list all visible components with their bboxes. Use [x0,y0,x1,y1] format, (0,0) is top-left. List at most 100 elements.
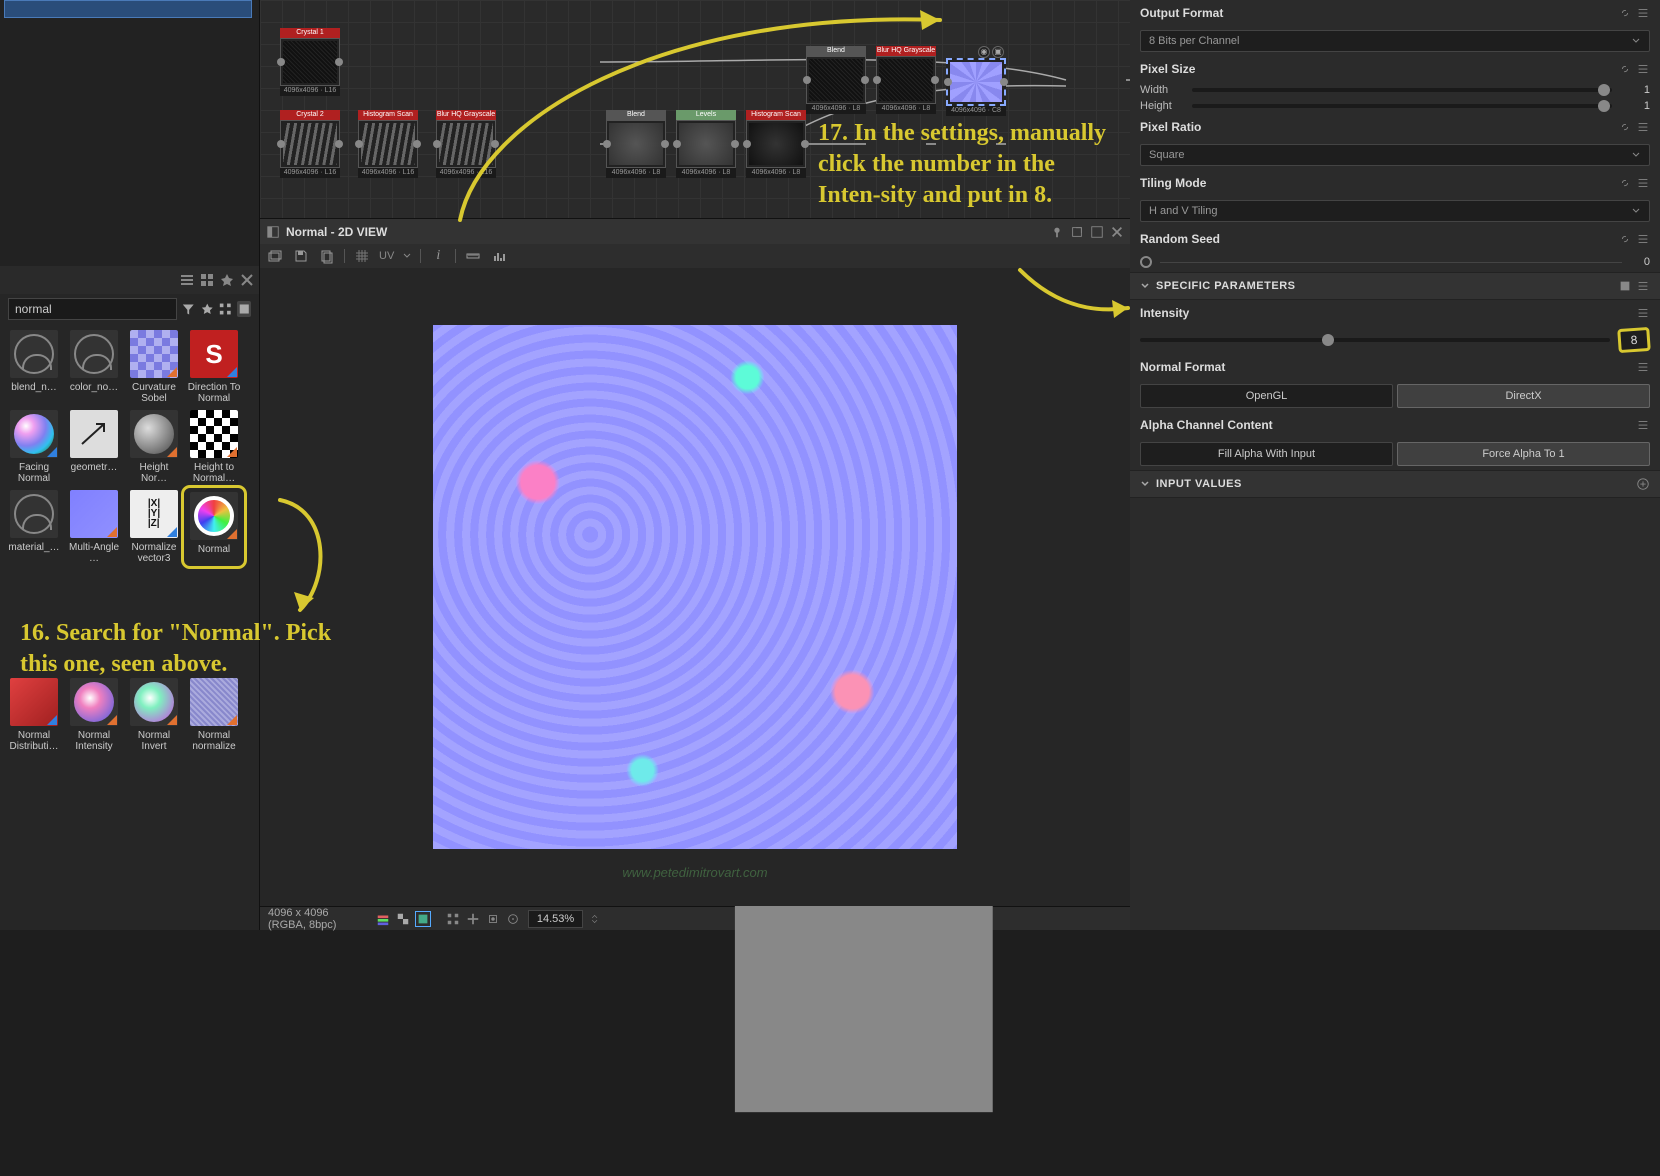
library-item-height-nor-[interactable]: Height Nor… [126,410,182,484]
small-grid-icon[interactable] [218,301,233,317]
ruler-icon[interactable] [464,247,482,265]
grid-view-icon[interactable] [199,272,215,288]
menu-icon[interactable] [1636,62,1650,76]
copy-icon[interactable] [318,247,336,265]
histogram-icon[interactable] [490,247,508,265]
random-seed-button[interactable] [1140,256,1152,268]
height-slider[interactable] [1192,104,1612,108]
link-icon[interactable] [1618,120,1632,134]
star-icon[interactable] [200,301,215,317]
target-icon[interactable] [506,912,520,926]
explorer-tree[interactable] [0,0,259,266]
node-blend1[interactable]: Blend4096x4096 · L8 [606,110,666,178]
close-icon[interactable] [1110,225,1124,239]
input-port[interactable] [433,140,441,148]
info-icon[interactable]: i [429,247,447,265]
pin-icon[interactable] [1050,225,1064,239]
random-seed-value[interactable]: 0 [1630,256,1650,268]
popout-icon[interactable] [1070,225,1084,239]
library-item-normal-distributi-[interactable]: Normal Distributi… [6,678,62,752]
pin-icon[interactable] [219,272,235,288]
output-port[interactable] [335,140,343,148]
close-icon[interactable] [239,272,255,288]
link-icon[interactable] [1618,62,1632,76]
list-view-icon[interactable] [179,272,195,288]
library-item-normalize-vector3[interactable]: |X||Y||Z|Normalize vector3 [126,490,182,564]
library-item-direction-to-normal[interactable]: SDirection To Normal [186,330,242,404]
library-item-normal-intensity[interactable]: Normal Intensity [66,678,122,752]
output-port[interactable] [861,76,869,84]
view-mode-icon[interactable] [416,912,430,926]
menu-icon[interactable] [1636,6,1650,20]
add-icon[interactable] [1636,477,1650,491]
node-blur2[interactable]: Blur HQ Grayscale4096x4096 · L8 [876,46,936,114]
large-grid-icon[interactable] [237,301,252,317]
library-item-facing-normal[interactable]: Facing Normal [6,410,62,484]
library-item-height-to-normal-[interactable]: Height to Normal… [186,410,242,484]
input-port[interactable] [944,78,952,86]
zoom-value[interactable]: 14.53% [528,910,583,928]
node-blur1[interactable]: Blur HQ Grayscale4096x4096 · L16 [436,110,496,178]
menu-icon[interactable] [1636,279,1650,293]
intensity-slider[interactable] [1140,338,1610,342]
node-graph[interactable]: Crystal 14096x4096 · L16Crystal 24096x40… [260,0,1130,218]
library-item-multi-angle--[interactable]: Multi-Angle … [66,490,122,564]
output-format-select[interactable]: 8 Bits per Channel [1140,30,1650,52]
output-port[interactable] [1000,78,1008,86]
menu-icon[interactable] [1636,232,1650,246]
node-levels[interactable]: Levels4096x4096 · L8 [676,110,736,178]
maximize-icon[interactable] [1090,225,1104,239]
output-port[interactable] [731,140,739,148]
width-value[interactable]: 1 [1620,84,1650,96]
chevron-down-icon[interactable] [402,251,412,261]
menu-icon[interactable] [1636,360,1650,374]
filter-icon[interactable] [181,301,196,317]
preset-icon[interactable] [1618,279,1632,293]
input-port[interactable] [355,140,363,148]
node-hist2[interactable]: Histogram Scan4096x4096 · L8 [746,110,806,178]
library-item-color-no-[interactable]: color_no… [66,330,122,404]
preview-icon[interactable]: ▣ [992,46,1004,58]
input-port[interactable] [803,76,811,84]
layers-icon[interactable] [266,247,284,265]
pixel-ratio-select[interactable]: Square [1140,144,1650,166]
intensity-value[interactable]: 8 [1617,327,1651,353]
input-values-header[interactable]: INPUT VALUES [1130,470,1660,498]
tiling-mode-select[interactable]: H and V Tiling [1140,200,1650,222]
pin-icon[interactable]: ◉ [978,46,990,58]
fill-alpha-button[interactable]: Fill Alpha With Input [1140,442,1393,466]
library-item-geometr-[interactable]: geometr… [66,410,122,484]
grid-snap-icon[interactable] [446,912,460,926]
library-item-blend-n-[interactable]: blend_n… [6,330,62,404]
transparency-icon[interactable] [396,912,410,926]
directx-button[interactable]: DirectX [1397,384,1650,408]
input-port[interactable] [743,140,751,148]
node-crystal1[interactable]: Crystal 14096x4096 · L16 [280,28,340,96]
input-port[interactable] [873,76,881,84]
input-port[interactable] [603,140,611,148]
specific-parameters-header[interactable]: SPECIFIC PARAMETERS [1130,272,1660,300]
output-port[interactable] [801,140,809,148]
center-icon[interactable] [486,912,500,926]
height-value[interactable]: 1 [1620,100,1650,112]
canvas-area[interactable]: www.petedimitrovart.com [260,268,1130,906]
output-port[interactable] [491,140,499,148]
output-port[interactable] [661,140,669,148]
input-port[interactable] [277,140,285,148]
grid-toggle-icon[interactable] [353,247,371,265]
library-item-curvature-sobel[interactable]: Curvature Sobel [126,330,182,404]
library-item-normal-invert[interactable]: Normal Invert [126,678,182,752]
width-slider[interactable] [1192,88,1612,92]
search-input[interactable] [8,298,177,320]
tree-selected-item[interactable] [4,0,252,18]
link-icon[interactable] [1618,232,1632,246]
link-icon[interactable] [1618,6,1632,20]
uv-label[interactable]: UV [379,250,394,262]
node-normal[interactable]: ◉▣4096x4096 · C8 [946,46,1006,116]
save-icon[interactable] [292,247,310,265]
link-icon[interactable] [1618,176,1632,190]
zoom-stepper-icon[interactable] [591,911,598,927]
menu-icon[interactable] [1636,418,1650,432]
channel-stack-icon[interactable] [376,912,390,926]
library-item-normal-normalize[interactable]: Normal normalize [186,678,242,752]
